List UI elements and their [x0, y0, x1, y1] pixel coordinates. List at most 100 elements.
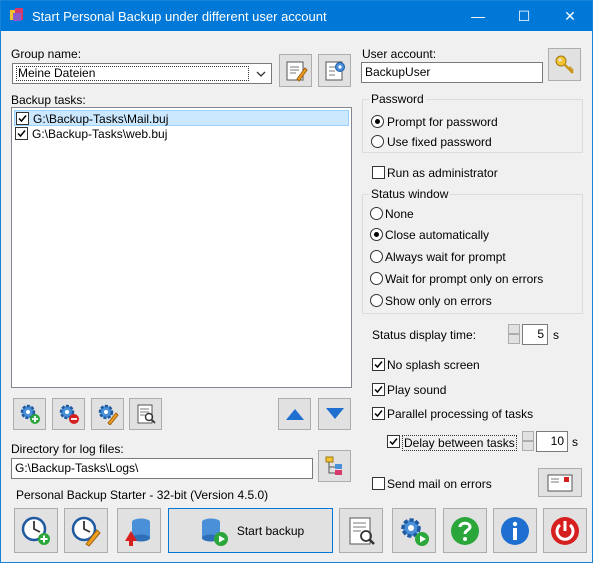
- delay-spinner[interactable]: [522, 431, 534, 451]
- gear-start-icon: [401, 517, 429, 546]
- start-backup-button[interactable]: Start backup: [168, 508, 333, 553]
- fixed-password-radio[interactable]: [371, 135, 384, 148]
- version-text: Personal Backup Starter - 32-bit (Versio…: [16, 488, 269, 502]
- help-button[interactable]: [443, 508, 487, 553]
- document-gear-icon: [325, 61, 345, 80]
- check-icon: [17, 130, 26, 138]
- run-settings-button[interactable]: [392, 508, 436, 553]
- prompt-password-label[interactable]: Prompt for password: [387, 115, 498, 129]
- status-wait-errors-radio[interactable]: [370, 272, 383, 285]
- move-up-button[interactable]: [278, 398, 311, 430]
- parallel-label[interactable]: Parallel processing of tasks: [387, 407, 533, 421]
- clock-add-icon: [21, 516, 50, 545]
- group-settings-button[interactable]: [318, 54, 351, 87]
- log-dir-label: Directory for log files:: [11, 442, 124, 456]
- check-icon: [18, 115, 27, 123]
- add-schedule-button[interactable]: [14, 508, 58, 553]
- delay-input[interactable]: 10: [536, 431, 568, 452]
- status-none-label[interactable]: None: [385, 207, 414, 221]
- user-account-label: User account:: [362, 47, 437, 61]
- add-task-button[interactable]: [13, 398, 46, 430]
- restore-button[interactable]: [117, 508, 161, 553]
- help-icon: [451, 516, 479, 545]
- status-always-wait-radio[interactable]: [370, 250, 383, 263]
- group-name-label: Group name:: [11, 47, 82, 61]
- status-close-auto-radio[interactable]: [370, 228, 383, 241]
- view-log-button[interactable]: [339, 508, 383, 553]
- app-icon: [10, 8, 23, 21]
- start-backup-label: Start backup: [236, 523, 305, 538]
- edit-document-icon: [286, 61, 308, 82]
- check-icon: [374, 410, 383, 418]
- database-start-icon: [201, 518, 228, 546]
- edit-group-button[interactable]: [279, 54, 312, 87]
- status-time-spinner[interactable]: [508, 324, 520, 344]
- check-icon: [374, 386, 383, 394]
- status-time-input[interactable]: 5: [522, 324, 548, 345]
- move-down-button[interactable]: [318, 398, 351, 430]
- task-checkbox[interactable]: [16, 112, 29, 125]
- folder-tree-icon: [325, 456, 342, 475]
- status-wait-errors-label[interactable]: Wait for prompt only on errors: [385, 272, 543, 286]
- task-path: G:\Backup-Tasks\web.buj: [32, 127, 168, 141]
- run-as-admin-label[interactable]: Run as administrator: [387, 166, 498, 180]
- group-name-value: Meine Dateien: [16, 66, 249, 81]
- spin-down-icon[interactable]: [508, 334, 520, 344]
- send-mail-checkbox[interactable]: [372, 477, 385, 490]
- edit-task-button[interactable]: [91, 398, 124, 430]
- envelope-icon: [547, 474, 573, 491]
- task-checkbox[interactable]: [15, 127, 28, 140]
- status-none-radio[interactable]: [370, 207, 383, 220]
- remove-task-button[interactable]: [52, 398, 85, 430]
- password-group-title: Password: [369, 92, 426, 106]
- run-as-admin-checkbox[interactable]: [372, 166, 385, 179]
- status-show-errors-label[interactable]: Show only on errors: [385, 294, 492, 308]
- no-splash-label[interactable]: No splash screen: [387, 358, 480, 372]
- browse-log-dir-button[interactable]: [318, 450, 351, 482]
- user-key-button[interactable]: [548, 48, 581, 81]
- minimize-button[interactable]: —: [455, 1, 501, 31]
- delay-label[interactable]: Delay between tasks: [402, 435, 517, 451]
- database-restore-icon: [125, 518, 150, 546]
- status-show-errors-radio[interactable]: [370, 294, 383, 307]
- key-icon: [555, 55, 574, 74]
- info-button[interactable]: [493, 508, 537, 553]
- play-sound-checkbox[interactable]: [372, 383, 385, 396]
- exit-button[interactable]: [543, 508, 587, 553]
- play-sound-label[interactable]: Play sound: [387, 383, 446, 397]
- log-dir-input[interactable]: G:\Backup-Tasks\Logs\: [11, 458, 313, 479]
- fixed-password-label[interactable]: Use fixed password: [387, 135, 492, 149]
- task-row[interactable]: G:\Backup-Tasks\web.buj: [14, 126, 349, 142]
- power-icon: [551, 516, 579, 545]
- title-bar[interactable]: Start Personal Backup under different us…: [1, 1, 592, 31]
- mail-settings-button[interactable]: [538, 468, 582, 497]
- no-splash-checkbox[interactable]: [372, 358, 385, 371]
- maximize-button[interactable]: ☐: [501, 1, 547, 31]
- user-account-input[interactable]: BackupUser: [361, 62, 543, 83]
- delay-unit: s: [572, 435, 578, 449]
- arrow-down-icon: [325, 408, 344, 419]
- group-name-combo[interactable]: Meine Dateien: [12, 63, 272, 84]
- app-window: Start Personal Backup under different us…: [0, 0, 593, 563]
- task-row[interactable]: G:\Backup-Tasks\Mail.buj: [14, 110, 349, 126]
- close-button[interactable]: ✕: [547, 1, 593, 31]
- spin-up-icon[interactable]: [522, 431, 534, 441]
- send-mail-label[interactable]: Send mail on errors: [387, 477, 492, 491]
- status-window-title: Status window: [369, 187, 451, 201]
- edit-schedule-button[interactable]: [64, 508, 108, 553]
- task-path: G:\Backup-Tasks\Mail.buj: [33, 112, 169, 126]
- gear-edit-icon: [98, 404, 119, 425]
- prompt-password-radio[interactable]: [371, 115, 384, 128]
- spin-down-icon[interactable]: [522, 441, 534, 451]
- status-close-auto-label[interactable]: Close automatically: [385, 228, 489, 242]
- spin-up-icon[interactable]: [508, 324, 520, 334]
- arrow-up-icon: [285, 409, 304, 420]
- parallel-checkbox[interactable]: [372, 407, 385, 420]
- backup-tasks-label: Backup tasks:: [11, 93, 86, 107]
- status-always-wait-label[interactable]: Always wait for prompt: [385, 250, 506, 264]
- gear-remove-icon: [59, 404, 79, 424]
- backup-tasks-list[interactable]: G:\Backup-Tasks\Mail.buj G:\Backup-Tasks…: [11, 107, 352, 388]
- view-task-button[interactable]: [129, 398, 162, 430]
- delay-checkbox[interactable]: [387, 435, 400, 448]
- status-time-unit: s: [553, 328, 559, 342]
